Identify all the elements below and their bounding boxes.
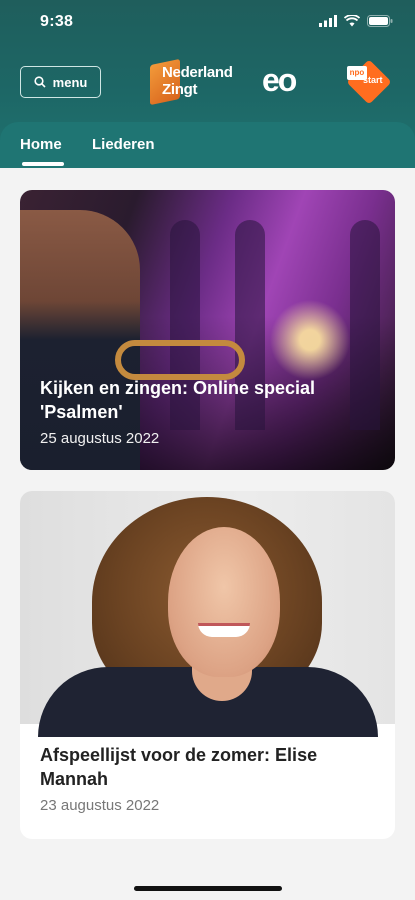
status-icons xyxy=(319,15,393,27)
status-time: 9:38 xyxy=(40,13,74,30)
trumpet-image xyxy=(115,340,245,380)
menu-button-label: menu xyxy=(52,74,88,90)
wifi-icon xyxy=(344,15,360,27)
status-bar: 9:38 xyxy=(0,0,415,44)
npo-start-logo[interactable]: npo start xyxy=(345,59,395,105)
article-image xyxy=(20,491,395,737)
article-card-psalmen[interactable]: Kijken en zingen: Online special 'Psalme… xyxy=(20,190,395,470)
nederland-zingt-logo[interactable]: Nederland Zingt xyxy=(148,56,244,108)
app-header: 9:38 menu Nederland Zingt eo npo start H… xyxy=(0,0,415,168)
portrait-smile xyxy=(198,623,250,637)
nederland-zingt-wordmark: Nederland Zingt xyxy=(162,64,233,98)
start-label: start xyxy=(363,75,383,85)
portrait-face xyxy=(168,527,280,677)
menu-button[interactable]: menu xyxy=(20,66,101,98)
tab-bar: Home Liederen xyxy=(0,122,415,168)
eo-logo[interactable]: eo xyxy=(262,62,297,99)
home-indicator[interactable] xyxy=(134,886,282,891)
article-title: Kijken en zingen: Online special 'Psalme… xyxy=(40,378,316,422)
signal-icon xyxy=(319,15,337,27)
search-icon xyxy=(34,76,46,88)
tab-selected-indicator xyxy=(22,162,64,166)
article-date: 23 augustus 2022 xyxy=(40,797,160,814)
article-title: Afspeellijst voor de zomer: Elise Mannah xyxy=(40,745,318,789)
tab-liederen[interactable]: Liederen xyxy=(92,136,155,153)
article-date: 25 augustus 2022 xyxy=(40,430,160,447)
article-card-elise-mannah[interactable]: Afspeellijst voor de zomer: Elise Mannah… xyxy=(20,491,395,839)
battery-icon xyxy=(367,15,393,27)
tab-home[interactable]: Home xyxy=(20,136,62,153)
